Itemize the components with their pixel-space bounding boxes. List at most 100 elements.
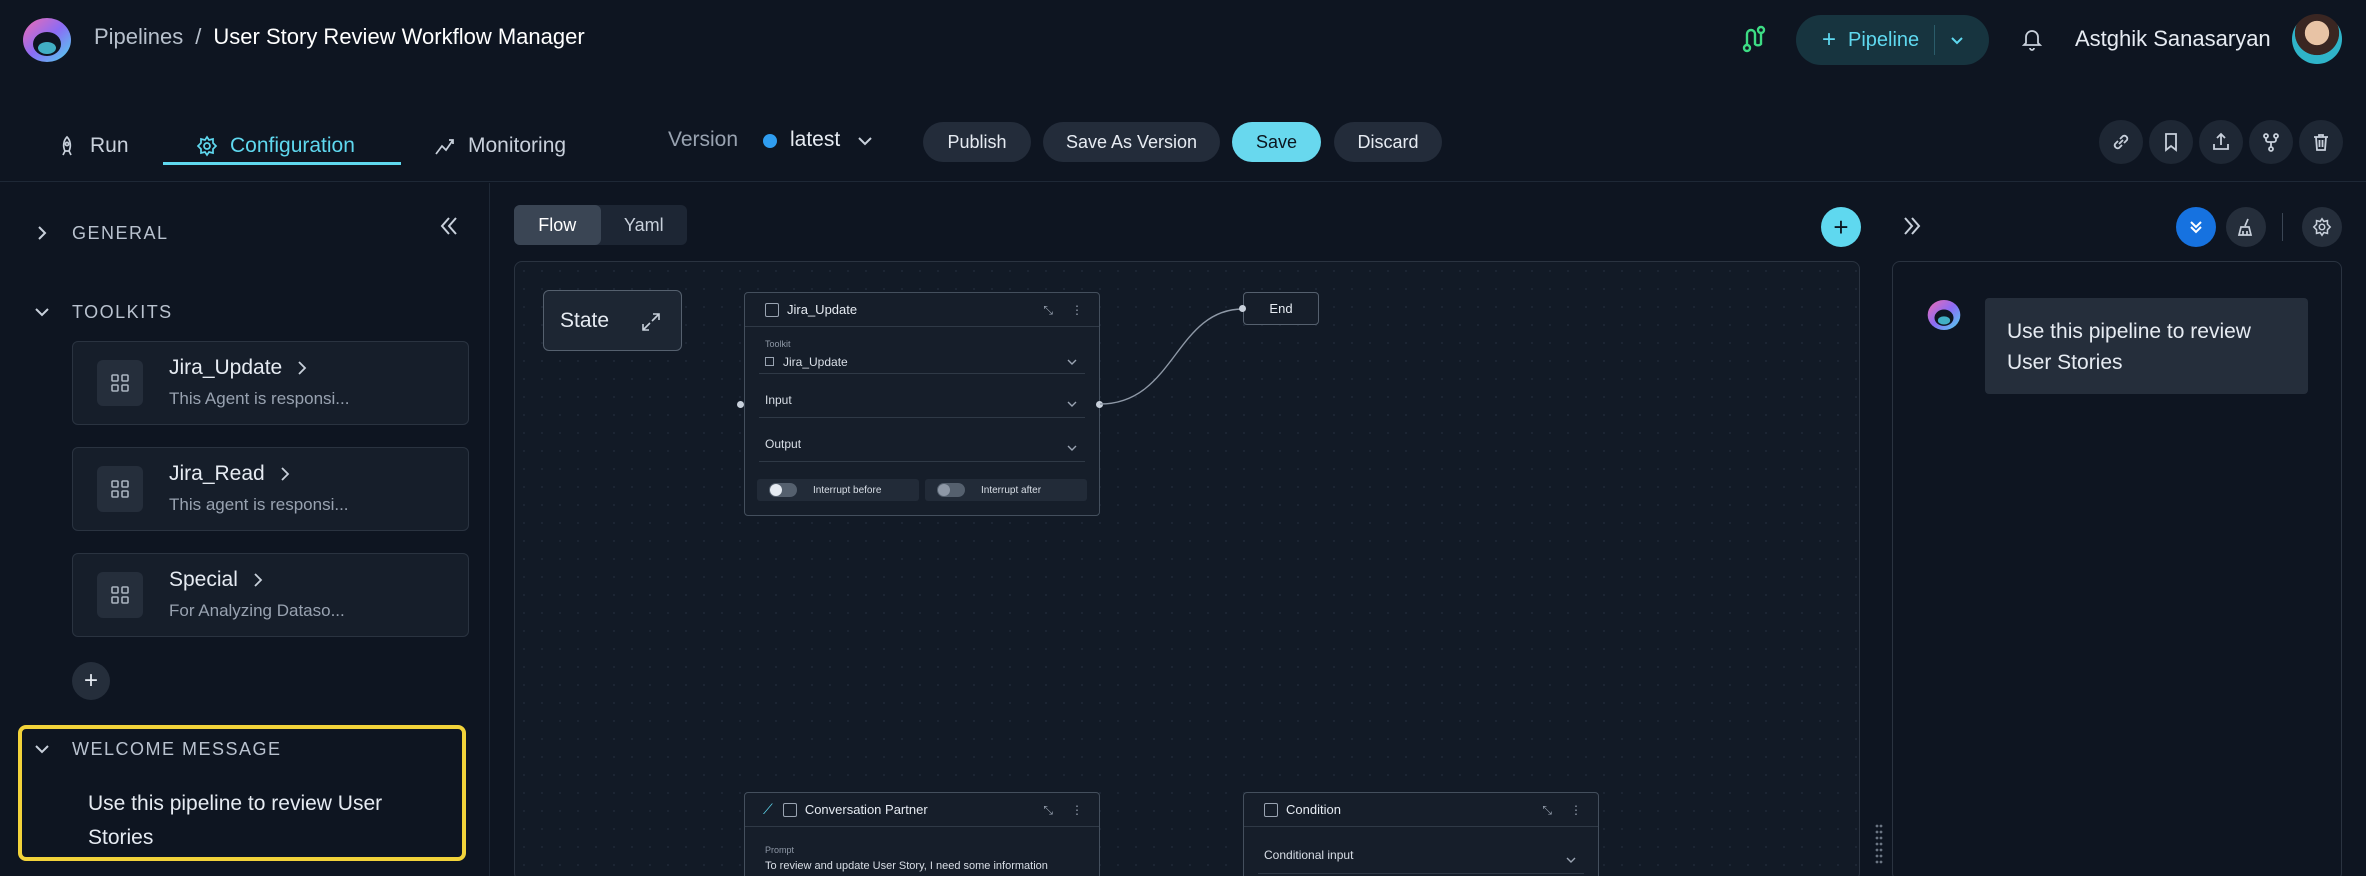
double-chevron-left-icon[interactable]	[436, 213, 462, 239]
toolkit-description: This Agent is responsi...	[169, 389, 350, 408]
tab-configuration[interactable]: Configuration	[196, 126, 355, 166]
delete-button[interactable]	[2299, 120, 2343, 164]
fork-icon	[2263, 133, 2279, 152]
node-output-port[interactable]	[1096, 401, 1103, 408]
version-label: Version	[668, 128, 739, 151]
notification-bell-icon[interactable]	[2020, 26, 2044, 52]
output-field[interactable]: Output	[765, 437, 801, 451]
more-vertical-icon[interactable]: ⋮	[1071, 303, 1083, 318]
resize-handle-icon[interactable]	[1874, 822, 1884, 866]
toggle-switch[interactable]	[937, 483, 965, 497]
clear-chat-button[interactable]	[2226, 207, 2266, 247]
chevron-down-icon[interactable]	[856, 132, 874, 150]
node-title: Jira_Update	[787, 302, 858, 317]
chat-messages: Use this pipeline to review User Stories	[1892, 261, 2342, 876]
divider	[759, 461, 1085, 462]
plus-icon: +	[1822, 26, 1837, 53]
toolbar-divider	[2282, 213, 2283, 241]
config-sidebar: GENERAL TOOLKITS Jira_Update This Agent …	[0, 183, 490, 876]
flow-icon[interactable]	[1740, 24, 1768, 54]
conversation-partner-node[interactable]: ⟋ Conversation Partner ⤡ ⋮ Prompt To rev…	[744, 792, 1100, 876]
toolkit-name: Jira_Read	[169, 462, 293, 486]
toolkit-field-label: Toolkit	[765, 339, 791, 349]
user-name[interactable]: Astghik Sanasaryan	[2075, 26, 2271, 52]
node-header: Condition ⤡ ⋮	[1244, 793, 1598, 827]
link-icon	[2113, 134, 2129, 150]
toolkit-card-jira-read[interactable]: Jira_Read This agent is responsi...	[72, 447, 469, 531]
gear-icon	[196, 135, 218, 157]
more-vertical-icon[interactable]: ⋮	[1071, 803, 1083, 818]
add-node-button[interactable]: +	[1821, 207, 1861, 247]
app-logo-icon[interactable]	[22, 17, 72, 63]
fork-button[interactable]	[2249, 120, 2293, 164]
node-title: Conversation Partner	[804, 802, 928, 817]
grid-icon	[97, 360, 143, 406]
node-actions: ⤡ ⋮	[1043, 303, 1083, 318]
flow-canvas[interactable]: State Jira_Update ⤡ ⋮ Toolkit Jira_Updat…	[514, 261, 1860, 876]
expand-icon[interactable]	[640, 311, 662, 333]
node-input-port[interactable]	[737, 401, 744, 408]
more-vertical-icon[interactable]: ⋮	[1570, 803, 1582, 818]
discard-button[interactable]: Discard	[1334, 122, 1442, 162]
input-field[interactable]: Input	[765, 393, 792, 407]
condition-node[interactable]: Condition ⤡ ⋮ Conditional input	[1243, 792, 1599, 876]
interrupt-after-toggle[interactable]: Interrupt after	[925, 479, 1087, 501]
bookmark-button[interactable]	[2149, 120, 2193, 164]
chevron-down-icon[interactable]	[1948, 31, 1966, 49]
prompt-text[interactable]: To review and update User Story, I need …	[765, 860, 1048, 872]
tab-run[interactable]: Run	[56, 126, 129, 166]
chevron-down-icon[interactable]	[1067, 443, 1077, 453]
node-header: Jira_Update ⤡ ⋮	[745, 293, 1099, 327]
section-toolkits-title[interactable]: TOOLKITS	[72, 302, 173, 323]
jira-update-node[interactable]: Jira_Update ⤡ ⋮ Toolkit Jira_Update Inpu…	[744, 292, 1100, 516]
toolkit-card-jira-update[interactable]: Jira_Update This Agent is responsi...	[72, 341, 469, 425]
save-button[interactable]: Save	[1232, 122, 1321, 162]
grid-icon	[765, 357, 774, 366]
toolkit-name-text: Special	[169, 568, 238, 591]
add-pipeline-label: Pipeline	[1848, 28, 1920, 51]
interrupt-before-toggle[interactable]: Interrupt before	[757, 479, 919, 501]
toolkit-card-special[interactable]: Special For Analyzing Dataso...	[72, 553, 469, 637]
add-toolkit-button[interactable]: +	[72, 662, 110, 700]
chevron-down-icon[interactable]	[1067, 399, 1077, 409]
export-button[interactable]	[2199, 120, 2243, 164]
chevron-right-icon[interactable]	[32, 223, 52, 243]
chevron-right-icon	[254, 573, 263, 587]
view-flow-button[interactable]: Flow	[514, 205, 601, 245]
add-pipeline-button[interactable]: + Pipeline	[1796, 15, 1989, 65]
chevron-down-icon[interactable]	[1067, 357, 1077, 367]
collapse-icon[interactable]: ⤡	[1043, 803, 1053, 818]
publish-button[interactable]: Publish	[923, 122, 1031, 162]
condition-node-icon	[1264, 802, 1278, 817]
toolkit-select[interactable]: Jira_Update	[783, 355, 848, 369]
version-status-dot	[763, 134, 777, 148]
chevron-down-icon[interactable]	[32, 302, 52, 322]
copy-link-button[interactable]	[2099, 120, 2143, 164]
tab-configuration-label: Configuration	[230, 134, 355, 157]
toolkit-name: Special	[169, 568, 266, 592]
state-node[interactable]: State	[543, 290, 682, 351]
collapse-icon[interactable]: ⤡	[1043, 303, 1053, 318]
end-node-input-port[interactable]	[1239, 305, 1246, 312]
prompt-field-label: Prompt	[765, 845, 795, 855]
conditional-input-field[interactable]: Conditional input	[1264, 848, 1353, 862]
tab-run-label: Run	[90, 134, 129, 157]
collapse-icon[interactable]: ⤡	[1542, 803, 1552, 818]
chevron-down-icon[interactable]	[1566, 855, 1576, 865]
node-actions: ⤡ ⋮	[1542, 803, 1582, 818]
toolkit-node-icon	[765, 302, 779, 317]
toggle-switch[interactable]	[769, 483, 797, 497]
chat-settings-button[interactable]	[2302, 207, 2342, 247]
user-avatar[interactable]	[2292, 14, 2342, 64]
llm-icon: ⟋	[763, 801, 773, 817]
scroll-to-bottom-button[interactable]	[2176, 207, 2216, 247]
version-select[interactable]: latest	[790, 128, 840, 152]
end-node[interactable]: End	[1243, 292, 1319, 325]
tab-monitoring[interactable]: Monitoring	[434, 126, 566, 166]
section-general-title[interactable]: GENERAL	[72, 223, 169, 244]
breadcrumb-pipelines-link[interactable]: Pipelines	[94, 24, 183, 50]
tab-monitoring-label: Monitoring	[468, 134, 567, 157]
save-as-version-button[interactable]: Save As Version	[1043, 122, 1220, 162]
view-yaml-button[interactable]: Yaml	[601, 205, 688, 245]
broom-icon	[2237, 218, 2253, 236]
